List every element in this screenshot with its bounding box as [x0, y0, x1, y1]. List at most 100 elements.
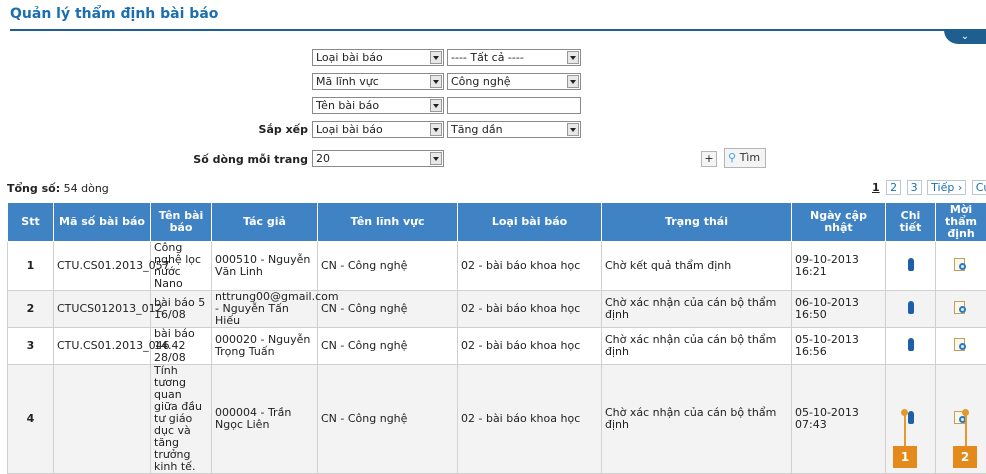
column-header[interactable]: Chi tiết [886, 203, 936, 242]
filter-value-select-1[interactable]: ---- Tất cả ---- [447, 49, 581, 66]
column-header[interactable]: Tên bài báo [151, 203, 212, 242]
invite-review-icon[interactable] [953, 300, 969, 316]
page-last-link[interactable]: Cuối » [972, 180, 986, 195]
column-header[interactable]: Ngày cập nhật [792, 203, 886, 242]
cell-detail [886, 328, 936, 365]
detail-icon[interactable] [908, 301, 914, 314]
column-header[interactable]: Trạng thái [602, 203, 792, 242]
column-header[interactable]: Stt [8, 203, 54, 242]
cell-type: 02 - bài báo khoa học [458, 242, 602, 291]
dropdown-arrow-icon [430, 99, 442, 112]
search-icon: ⚲ [728, 151, 736, 164]
callout-badge-1: 1 [893, 446, 917, 468]
cell-invite [936, 291, 986, 328]
sort-order-value: Tăng dần [451, 123, 503, 136]
sort-label: Sắp xếp [240, 123, 308, 136]
filter-value-2: Công nghệ [451, 75, 511, 88]
chevron-down-icon[interactable]: ⌄ [944, 30, 986, 44]
table-row: 1 CTU.CS01.2013_057 Công nghệ lọc nước N… [8, 242, 986, 291]
article-table: Stt Mã số bài báo Tên bài báo Tác giả Tê… [7, 202, 986, 474]
cell-author: nttrung00@gmail.com - Nguyễn Tấn Hiếu [212, 291, 318, 328]
cell-stt: 1 [8, 242, 54, 291]
table-row: 3 CTU.CS01.2013_046 bài báo 14.42 28/08 … [8, 328, 986, 365]
cell-author: 000004 - Trần Ngọc Liên [212, 365, 318, 474]
pagination: 1 2 3 Tiếp › Cuối » [872, 180, 986, 195]
detail-icon[interactable] [908, 411, 914, 424]
cell-status: Chờ xác nhận của cán bộ thẩm định [602, 365, 792, 474]
cell-detail [886, 242, 936, 291]
dropdown-arrow-icon [567, 75, 579, 88]
title-search-input[interactable] [447, 97, 581, 114]
cell-field: CN - Công nghệ [318, 365, 458, 474]
sort-order-select[interactable]: Tăng dần [447, 121, 581, 138]
page-next-link[interactable]: Tiếp › [927, 180, 966, 195]
page-link-3[interactable]: 3 [907, 180, 922, 195]
detail-icon[interactable] [908, 258, 914, 271]
cell-date: 06-10-2013 16:50 [792, 291, 886, 328]
cell-code: CTUCS012013_012 [54, 291, 151, 328]
cell-invite [936, 242, 986, 291]
cell-title: Công nghệ lọc nước Nano [151, 242, 212, 291]
total-count: Tổng số: 54 dòng [7, 182, 109, 195]
sort-field-value: Loại bài báo [316, 123, 383, 136]
invite-review-icon[interactable] [953, 257, 969, 273]
filter-value-select-2[interactable]: Công nghệ [447, 73, 581, 90]
column-header[interactable]: Loại bài báo [458, 203, 602, 242]
column-header[interactable]: Tên lĩnh vực [318, 203, 458, 242]
cell-detail [886, 291, 936, 328]
cell-stt: 4 [8, 365, 54, 474]
column-header[interactable]: Mã số bài báo [54, 203, 151, 242]
column-header[interactable]: Tác giả [212, 203, 318, 242]
cell-code: CTU.CS01.2013_046 [54, 328, 151, 365]
cell-field: CN - Công nghệ [318, 328, 458, 365]
callout-line [904, 413, 906, 447]
table-row: 4 Tính tương quan giữa đầu tư giáo dục v… [8, 365, 986, 474]
cell-status: Chờ kết quả thẩm định [602, 242, 792, 291]
filter-field-select-3[interactable]: Tên bài báo [312, 97, 444, 114]
column-header[interactable]: Mời thẩm định [936, 203, 986, 242]
cell-title: bài báo 5 16/08 [151, 291, 212, 328]
dropdown-arrow-icon [567, 123, 579, 136]
page-size-select[interactable]: 20 [312, 150, 444, 167]
cell-status: Chờ xác nhận của cán bộ thẩm định [602, 328, 792, 365]
cell-code [54, 365, 151, 474]
cell-date: 05-10-2013 16:56 [792, 328, 886, 365]
cell-code: CTU.CS01.2013_057 [54, 242, 151, 291]
dropdown-arrow-icon [430, 75, 442, 88]
cell-author: 000510 - Nguyễn Văn Linh [212, 242, 318, 291]
dropdown-arrow-icon [430, 51, 442, 64]
cell-type: 02 - bài báo khoa học [458, 328, 602, 365]
callout-badge-2: 2 [953, 446, 977, 468]
add-filter-button[interactable]: + [701, 151, 717, 167]
filter-field-value-3: Tên bài báo [316, 99, 379, 112]
cell-title: bài báo 14.42 28/08 [151, 328, 212, 365]
filter-field-value-2: Mã lĩnh vực [316, 75, 379, 88]
search-button-label: Tìm [740, 151, 761, 164]
cell-date: 09-10-2013 16:21 [792, 242, 886, 291]
sort-field-select[interactable]: Loại bài báo [312, 121, 444, 138]
cell-field: CN - Công nghệ [318, 242, 458, 291]
table-header-row: Stt Mã số bài báo Tên bài báo Tác giả Tê… [8, 203, 986, 242]
cell-invite [936, 328, 986, 365]
filter-field-select-1[interactable]: Loại bài báo [312, 49, 444, 66]
cell-stt: 3 [8, 328, 54, 365]
invite-review-icon[interactable] [953, 337, 969, 353]
page-link-2[interactable]: 2 [886, 180, 901, 195]
page-title: Quản lý thẩm định bài báo [10, 6, 218, 22]
page-current: 1 [872, 181, 880, 194]
filter-field-select-2[interactable]: Mã lĩnh vực [312, 73, 444, 90]
page-size-label: Số dòng mỗi trang [180, 153, 308, 166]
detail-icon[interactable] [908, 338, 914, 351]
search-button[interactable]: ⚲ Tìm [724, 148, 766, 168]
total-count-value: 54 dòng [64, 182, 109, 195]
cell-title: Tính tương quan giữa đầu tư giáo dục và … [151, 365, 212, 474]
table-row: 2 CTUCS012013_012 bài báo 5 16/08 nttrun… [8, 291, 986, 328]
cell-stt: 2 [8, 291, 54, 328]
dropdown-arrow-icon [430, 123, 442, 136]
cell-date: 05-10-2013 07:43 [792, 365, 886, 474]
filter-value-1: ---- Tất cả ---- [451, 51, 524, 64]
cell-type: 02 - bài báo khoa học [458, 291, 602, 328]
dropdown-arrow-icon [567, 51, 579, 64]
callout-line [965, 413, 967, 447]
dropdown-arrow-icon [430, 152, 442, 165]
